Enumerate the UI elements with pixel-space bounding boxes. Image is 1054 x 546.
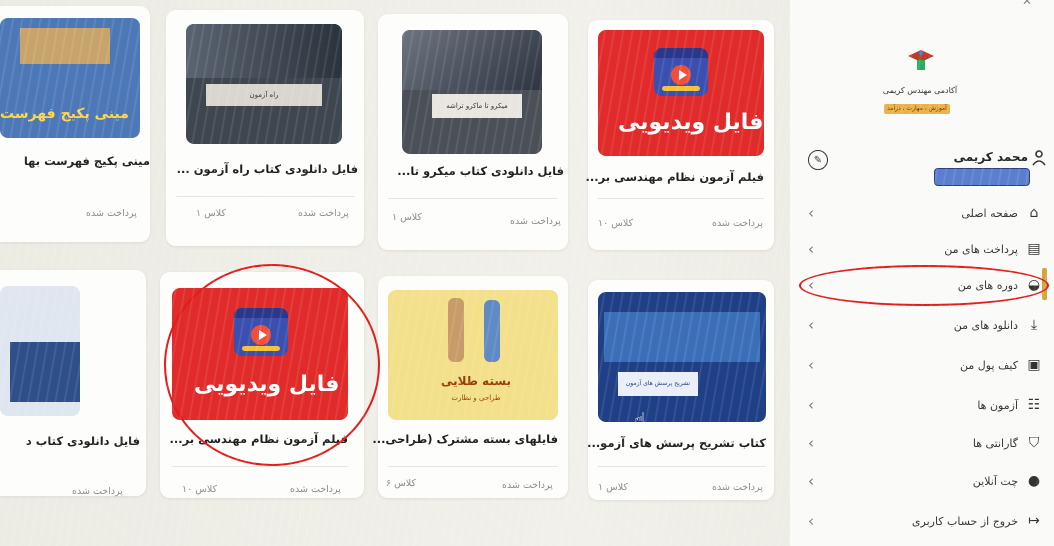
course-title[interactable]: فایل دانلودی کتاب د — [0, 434, 140, 448]
user-name: محمد کریمی — [953, 150, 1028, 164]
divider — [388, 466, 558, 467]
payment-status: پرداخت شده — [72, 486, 123, 497]
chevron-left-icon: ‹ — [808, 396, 814, 414]
brand-tagline: آموزش ، مهارت ، درآمد — [884, 104, 950, 114]
sidebar-item-exams[interactable]: ‹ آزمون ها ☷ — [800, 390, 1050, 420]
course-thumbnail[interactable]: مینی پکیج فهرست — [0, 18, 140, 138]
wallet-icon: ▤ — [1027, 241, 1041, 257]
sidebar-item-logout[interactable]: ‹ خروج از حساب کاربری ↦ — [800, 506, 1050, 536]
chevron-left-icon: ‹ — [808, 204, 814, 222]
payment-status: پرداخت شده — [502, 480, 553, 491]
sidebar-item-label: خروج از حساب کاربری — [911, 514, 1018, 528]
graduation-cap-icon — [908, 50, 934, 70]
thumbnail-text: مینی پکیج فهرست — [0, 106, 129, 122]
payment-status: پرداخت شده — [86, 208, 137, 219]
app-screen: ✕ آکادمی مهندس کریمی آموزش ، مهارت ، درآ… — [0, 0, 1054, 546]
course-title[interactable]: فایلهای بسته مشترک (طراحی... — [372, 432, 558, 446]
divider — [388, 198, 558, 199]
course-title[interactable]: فایل دانلودی کتاب میکرو تا... — [378, 164, 564, 178]
chevron-left-icon: ‹ — [808, 356, 814, 374]
payment-status: پرداخت شده — [298, 208, 349, 219]
course-title[interactable]: فیلم آزمون نظام مهندسی بر... — [586, 170, 765, 184]
payment-status: پرداخت شده — [712, 482, 763, 493]
video-icon — [654, 48, 708, 96]
thumbnail-text: بسته طلایی — [440, 374, 512, 388]
sidebar-item-label: دانلود های من — [953, 318, 1018, 332]
close-icon[interactable]: ✕ — [1022, 0, 1032, 8]
course-thumbnail[interactable]: میکرو تا ماکرو تراشه — [402, 30, 542, 154]
sidebar-item-home[interactable]: ‹ صفحه اصلی ⌂ — [800, 198, 1050, 228]
thumbnail-text: راه آزمون — [206, 84, 322, 106]
shield-icon: ⛉ — [1028, 435, 1040, 451]
home-icon: ⌂ — [1029, 205, 1039, 221]
class-count: ۶ کلاس — [386, 478, 416, 489]
logout-icon: ↦ — [1028, 513, 1040, 529]
sidebar-item-chat[interactable]: ‹ چت آنلاین ● — [800, 466, 1050, 496]
sidebar-item-wallet[interactable]: ‹ کیف پول من ▣ — [800, 350, 1050, 380]
divider — [172, 466, 348, 467]
annotation-ellipse — [799, 265, 1049, 306]
class-count: ۱۰ کلاس — [182, 484, 218, 495]
sidebar-item-label: گارانتی ها — [972, 436, 1018, 450]
chevron-left-icon: ‹ — [808, 512, 814, 530]
sidebar-item-label: پرداخت های من — [944, 242, 1018, 256]
course-title[interactable]: کتاب تشریح پرسش های آزمو... — [587, 436, 766, 450]
sidebar-item-label: چت آنلاین — [972, 474, 1018, 488]
sidebar-item-label: آزمون ها — [977, 398, 1018, 412]
thumbnail-text: تشریح پرسش های آزمون — [618, 372, 698, 396]
payment-status: پرداخت شده — [510, 216, 561, 227]
edit-profile-button[interactable]: ✎ — [808, 150, 828, 170]
thumbnail-text: فایل ویدیویی — [618, 110, 764, 135]
payment-status: پرداخت شده — [290, 484, 341, 495]
thumbnail-text: میکرو تا ماکرو تراشه — [432, 94, 522, 118]
download-icon: ⤓ — [1030, 317, 1038, 333]
course-thumbnail[interactable]: تشریح پرسش های آزمون — [598, 292, 766, 422]
course-thumbnail[interactable]: راه آزمون — [186, 24, 342, 144]
user-info-redacted — [934, 168, 1030, 186]
annotation-circle — [164, 264, 380, 466]
divider — [176, 196, 354, 197]
chevron-left-icon: ‹ — [808, 240, 814, 258]
chat-icon: ● — [1027, 473, 1041, 489]
thumbnail-subtext: طراحی و نظارت — [451, 394, 501, 402]
chevron-left-icon: ‹ — [808, 316, 814, 334]
class-count: ۱ کلاس — [598, 482, 628, 493]
sidebar-item-downloads[interactable]: ‹ دانلود های من ⤓ — [800, 310, 1050, 340]
course-title[interactable]: فایل دانلودی کتاب راه آزمون ... — [166, 162, 358, 176]
course-thumbnail[interactable]: فایل ویدیویی — [598, 30, 764, 156]
pointer-hand-icon: ☝ — [634, 408, 647, 432]
chevron-left-icon: ‹ — [808, 472, 814, 490]
divider — [598, 198, 764, 199]
course-title[interactable]: مینی پکیج فهرست بها — [0, 154, 150, 168]
exam-icon: ☷ — [1027, 397, 1041, 413]
course-thumbnail[interactable] — [0, 286, 80, 416]
sidebar-item-label: کیف پول من — [960, 358, 1018, 372]
sidebar-item-label: صفحه اصلی — [961, 206, 1018, 220]
sidebar-item-guarantees[interactable]: ‹ گارانتی ها ⛉ — [800, 428, 1050, 458]
chevron-left-icon: ‹ — [808, 434, 814, 452]
class-count: ۱ کلاس — [196, 208, 226, 219]
brand-name: آکادمی مهندس کریمی — [882, 86, 958, 95]
user-icon — [1032, 150, 1046, 170]
class-count: ۱۰ کلاس — [598, 218, 634, 229]
course-thumbnail[interactable]: بسته طلایی طراحی و نظارت — [388, 290, 558, 420]
class-count: ۱ کلاس — [392, 212, 422, 223]
sidebar-item-payments[interactable]: ‹ پرداخت های من ▤ — [800, 234, 1050, 264]
purse-icon: ▣ — [1027, 357, 1041, 373]
payment-status: پرداخت شده — [712, 218, 763, 229]
edit-icon: ✎ — [813, 154, 823, 166]
divider — [598, 466, 766, 467]
